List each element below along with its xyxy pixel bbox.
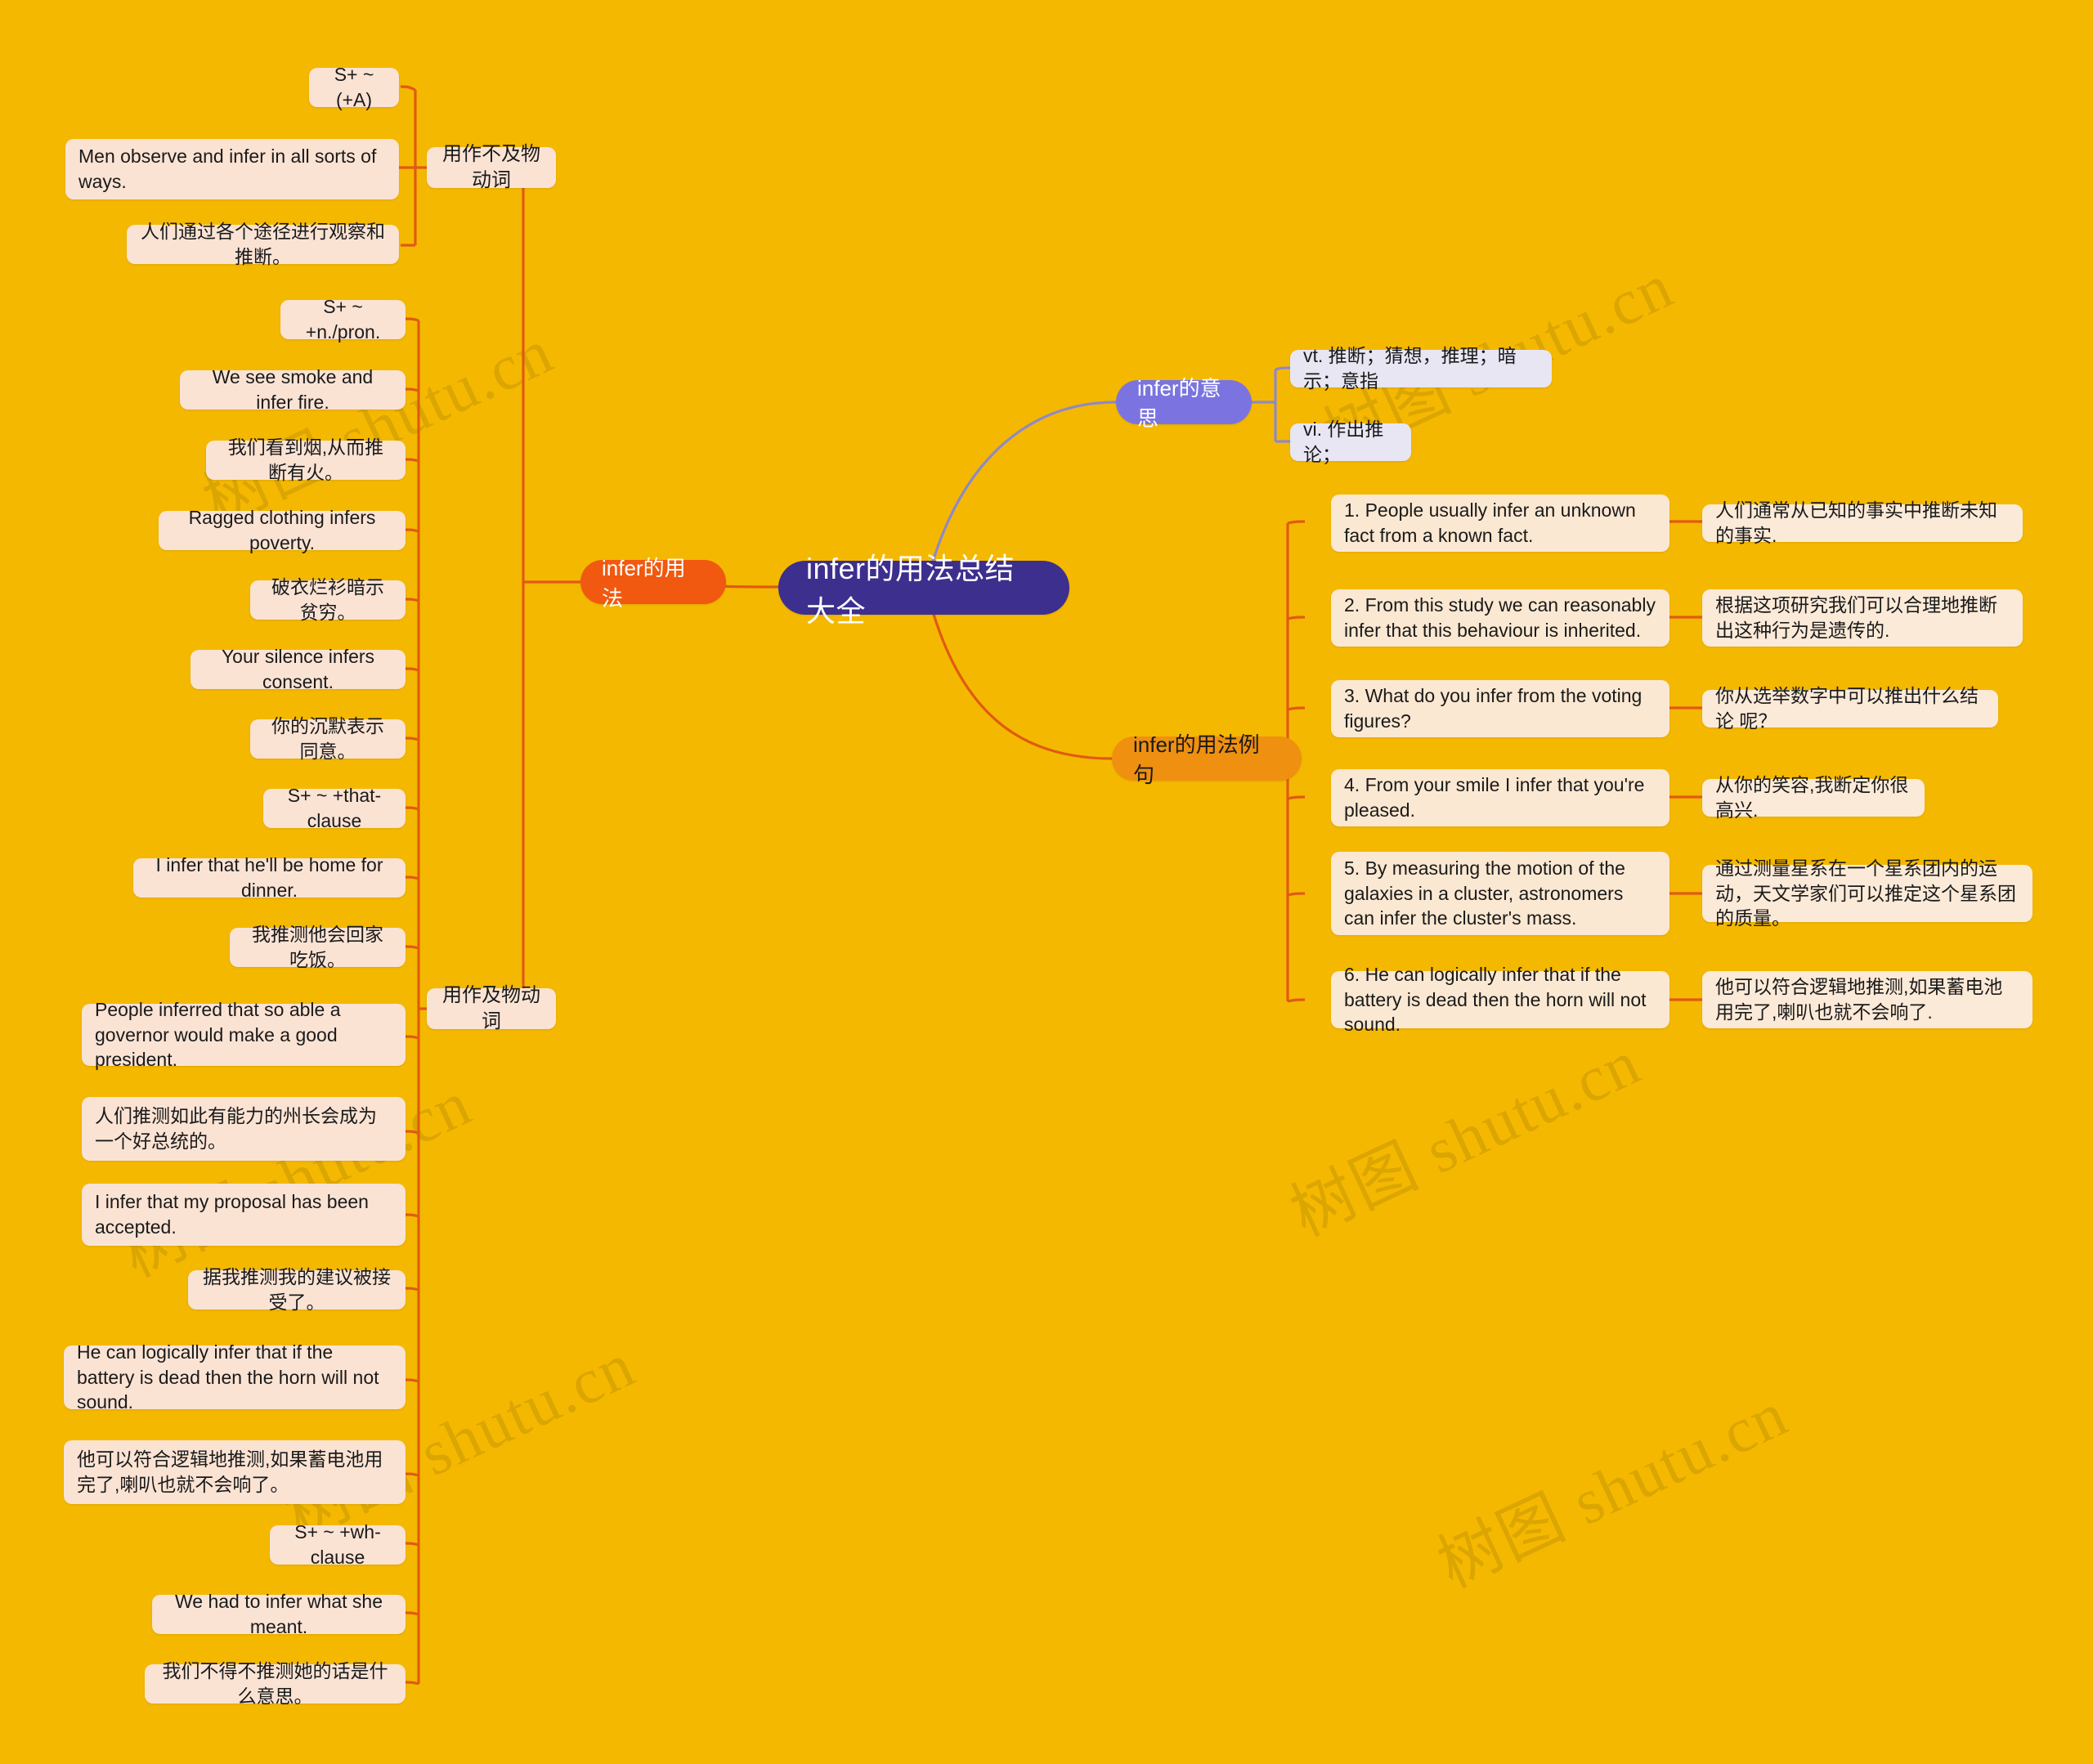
list-item[interactable]: S+ ~ +that-clause <box>263 785 406 831</box>
list-item[interactable]: We had to infer what she meant. <box>152 1591 406 1637</box>
leaf-text: I infer that he'll be home for dinner. <box>155 854 383 901</box>
example-sentence-en[interactable]: 1. People usually infer an unknown fact … <box>1331 495 1669 552</box>
meaning-item[interactable]: vi. 作出推论； <box>1290 419 1411 465</box>
list-item[interactable]: People inferred that so able a governor … <box>82 999 406 1070</box>
list-item[interactable]: We see smoke and infer fire. <box>180 366 406 413</box>
list-item[interactable]: 你的沉默表示同意。 <box>250 715 406 762</box>
meaning-text: vi. 作出推论； <box>1303 419 1384 465</box>
leaf-text: 破衣烂衫暗示贫穷。 <box>271 576 384 623</box>
example-zh-text: 通过测量星系在一个星系团内的运动，天文学家们可以推定这个星系团的质量。 <box>1715 857 2016 929</box>
example-zh-text: 根据这项研究我们可以合理地推断出这种行为是遗传的. <box>1715 594 1997 641</box>
leaf-text: S+ ~ (+A) <box>334 64 374 110</box>
branch-meaning-label: infer的意思 <box>1137 376 1221 431</box>
branch-examples-label: infer的用法例句 <box>1133 732 1260 787</box>
example-sentence-zh[interactable]: 根据这项研究我们可以合理地推断出这种行为是遗传的. <box>1702 589 2023 647</box>
leaf-text: S+ ~ +that-clause <box>287 785 382 831</box>
example-en-text: 3. What do you infer from the voting fig… <box>1344 685 1643 732</box>
list-item[interactable]: He can logically infer that if the batte… <box>64 1341 406 1413</box>
example-en-text: 2. From this study we can reasonably inf… <box>1344 594 1656 641</box>
example-zh-text: 他可以符合逻辑地推测,如果蓄电池用完了,喇叭也就不会响了. <box>1715 976 2003 1023</box>
branch-examples[interactable]: infer的用法例句 <box>1112 732 1302 787</box>
list-item[interactable]: 他可以符合逻辑地推测,如果蓄电池用完了,喇叭也就不会响了。 <box>64 1440 406 1504</box>
list-item[interactable]: S+ ~ (+A) <box>309 64 399 110</box>
example-sentence-en[interactable]: 4. From your smile I infer that you're p… <box>1331 769 1669 826</box>
root-label: infer的用法总结大全 <box>806 552 1015 628</box>
example-sentence-zh[interactable]: 从你的笑容,我断定你很高兴. <box>1702 774 1925 821</box>
leaf-text: 我们不得不推测她的话是什么意思。 <box>162 1660 388 1707</box>
example-zh-text: 你从选举数字中可以推出什么结论 呢？ <box>1715 685 1979 732</box>
example-sentence-zh[interactable]: 他可以符合逻辑地推测,如果蓄电池用完了,喇叭也就不会响了. <box>1702 971 2032 1028</box>
leaf-text: 我推测他会回家吃饭。 <box>252 924 383 970</box>
category-transitive[interactable]: 用作及物动词 <box>427 984 556 1032</box>
category-intransitive[interactable]: 用作不及物动词 <box>427 143 556 191</box>
example-sentence-en[interactable]: 6. He can logically infer that if the ba… <box>1331 964 1669 1035</box>
example-zh-text: 人们通常从已知的事实中推断未知的事实. <box>1715 499 1997 546</box>
leaf-text: We had to infer what she meant. <box>175 1591 383 1637</box>
watermark: 树图 shutu.cn <box>1280 1026 1652 1250</box>
leaf-text: Men observe and infer in all sorts of wa… <box>78 146 377 192</box>
leaf-text: People inferred that so able a governor … <box>95 998 341 1071</box>
example-en-text: 6. He can logically infer that if the ba… <box>1344 963 1647 1036</box>
leaf-text: 你的沉默表示同意。 <box>271 715 384 762</box>
meaning-text: vt. 推断；猜想，推理；暗示；意指 <box>1303 345 1517 392</box>
watermark: 树图 shutu.cn <box>110 1067 482 1291</box>
leaf-text: S+ ~ +wh-clause <box>294 1521 381 1568</box>
mindmap-canvas: 树图 shutu.cn 树图 shutu.cn 树图 shutu.cn 树图 s… <box>0 0 2093 1764</box>
list-item[interactable]: 我们看到烟,从而推断有火。 <box>206 437 406 483</box>
list-item[interactable]: S+ ~ +n./pron. <box>280 296 406 343</box>
list-item[interactable]: Ragged clothing infers poverty. <box>159 507 406 553</box>
leaf-text: 我们看到烟,从而推断有火。 <box>227 437 384 483</box>
example-sentence-zh[interactable]: 通过测量星系在一个星系团内的运动，天文学家们可以推定这个星系团的质量。 <box>1702 857 2032 929</box>
list-item[interactable]: 据我推测我的建议被接受了。 <box>188 1266 406 1313</box>
leaf-text: 据我推测我的建议被接受了。 <box>203 1266 391 1313</box>
example-en-text: 4. From your smile I infer that you're p… <box>1344 774 1645 821</box>
leaf-text: I infer that my proposal has been accept… <box>95 1191 369 1238</box>
list-item[interactable]: 人们推测如此有能力的州长会成为一个好总统的。 <box>82 1097 406 1161</box>
category-transitive-label: 用作及物动词 <box>442 983 540 1032</box>
list-item[interactable]: 人们通过各个途径进行观察和推断。 <box>127 221 399 267</box>
meaning-item[interactable]: vt. 推断；猜想，推理；暗示；意指 <box>1290 345 1552 392</box>
example-en-text: 1. People usually infer an unknown fact … <box>1344 499 1636 546</box>
example-en-text: 5. By measuring the motion of the galaxi… <box>1344 857 1625 929</box>
example-sentence-en[interactable]: 2. From this study we can reasonably inf… <box>1331 589 1669 647</box>
leaf-text: 他可以符合逻辑地推测,如果蓄电池用完了,喇叭也就不会响了。 <box>77 1448 383 1495</box>
leaf-text: 人们推测如此有能力的州长会成为一个好总统的。 <box>95 1105 377 1152</box>
leaf-text: Ragged clothing infers poverty. <box>188 507 376 553</box>
leaf-text: Your silence infers consent. <box>221 646 375 692</box>
list-item[interactable]: 我们不得不推测她的话是什么意思。 <box>145 1660 406 1707</box>
list-item[interactable]: S+ ~ +wh-clause <box>270 1521 406 1568</box>
leaf-text: We see smoke and infer fire. <box>212 366 374 413</box>
list-item[interactable]: 我推测他会回家吃饭。 <box>230 924 406 970</box>
list-item[interactable]: Men observe and infer in all sorts of wa… <box>65 139 399 199</box>
list-item[interactable]: Your silence infers consent. <box>190 646 406 692</box>
example-sentence-en[interactable]: 3. What do you infer from the voting fig… <box>1331 680 1669 737</box>
leaf-text: He can logically infer that if the batte… <box>77 1341 379 1413</box>
list-item[interactable]: I infer that my proposal has been accept… <box>82 1184 406 1246</box>
example-zh-text: 从你的笑容,我断定你很高兴. <box>1715 774 1909 821</box>
leaf-text: S+ ~ +n./pron. <box>305 296 381 343</box>
watermark: 树图 shutu.cn <box>1427 1377 1799 1601</box>
leaf-text: 人们通过各个途径进行观察和推断。 <box>141 221 385 267</box>
branch-usage-label: infer的用法 <box>602 556 686 611</box>
example-sentence-en[interactable]: 5. By measuring the motion of the galaxi… <box>1331 852 1669 935</box>
branch-meaning[interactable]: infer的意思 <box>1116 376 1252 431</box>
list-item[interactable]: 破衣烂衫暗示贫穷。 <box>250 576 406 623</box>
example-sentence-zh[interactable]: 你从选举数字中可以推出什么结论 呢？ <box>1702 685 1998 732</box>
branch-usage[interactable]: infer的用法 <box>580 556 726 611</box>
list-item[interactable]: I infer that he'll be home for dinner. <box>133 854 406 901</box>
root-node[interactable]: infer的用法总结大全 <box>778 552 1069 628</box>
example-sentence-zh[interactable]: 人们通常从已知的事实中推断未知的事实. <box>1702 499 2023 546</box>
category-intransitive-label: 用作不及物动词 <box>442 142 540 191</box>
